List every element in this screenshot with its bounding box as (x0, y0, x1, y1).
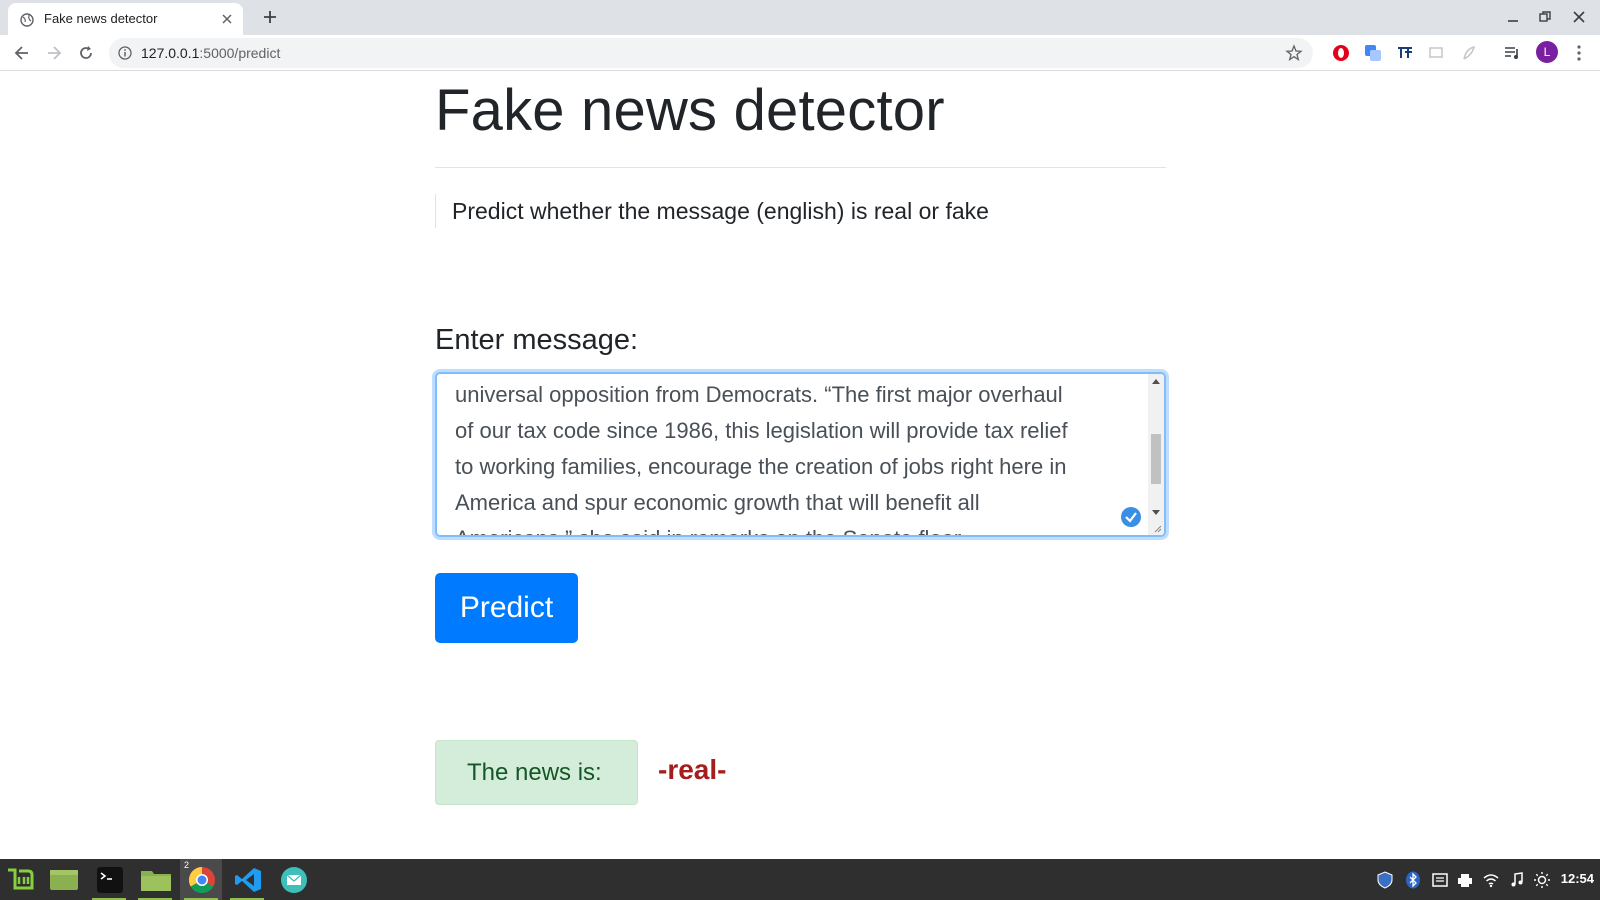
folder-icon (141, 871, 171, 891)
browser-toolbar: 127.0.0.1:5000/predict L (0, 35, 1600, 71)
browser-tab[interactable]: Fake news detector (8, 3, 243, 35)
files-button[interactable] (134, 859, 176, 900)
vscode-taskbar-button[interactable] (226, 859, 268, 900)
mail-taskbar-button[interactable] (272, 859, 314, 900)
media-queue-icon[interactable] (1503, 44, 1521, 62)
scroll-up-arrow-icon[interactable] (1152, 379, 1160, 384)
mail-icon (281, 867, 307, 893)
message-textarea-text: universal opposition from Democrats. “Th… (455, 382, 1068, 535)
predict-button[interactable]: Predict (435, 573, 578, 643)
taskbar: 2 12:54 (0, 859, 1600, 900)
menu-dots-icon[interactable] (1570, 44, 1588, 62)
scroll-thumb[interactable] (1151, 434, 1161, 484)
bookmark-star-icon[interactable] (1285, 44, 1303, 62)
bluetooth-icon[interactable] (1404, 871, 1422, 889)
forward-icon[interactable] (44, 43, 64, 63)
info-icon[interactable] (118, 46, 132, 60)
shield-icon[interactable] (1376, 871, 1394, 889)
url-path: :5000/predict (199, 45, 281, 61)
divider (435, 167, 1166, 168)
brightness-icon[interactable] (1533, 871, 1551, 889)
subtitle-text: Predict whether the message (english) is… (452, 198, 989, 224)
back-icon[interactable] (12, 43, 32, 63)
url-host: 127.0.0.1 (141, 45, 200, 61)
terminal-button[interactable] (88, 859, 130, 900)
globe-icon (20, 13, 34, 27)
opera-extension-icon[interactable] (1332, 44, 1350, 62)
close-icon[interactable] (219, 11, 235, 27)
new-tab-icon[interactable] (260, 7, 280, 27)
clock[interactable]: 12:54 (1561, 871, 1594, 886)
grammar-check-icon[interactable] (1121, 507, 1141, 527)
chrome-taskbar-button[interactable]: 2 (180, 859, 222, 900)
page-title: Fake news detector (435, 78, 945, 143)
url-text: 127.0.0.1:5000/predict (141, 45, 280, 61)
vscode-icon (235, 868, 261, 892)
mint-menu-button[interactable] (0, 859, 42, 900)
result-label-box: The news is: (435, 740, 638, 805)
chrome-icon (188, 866, 215, 894)
cast-extension-icon[interactable] (1428, 44, 1446, 62)
notifications-icon[interactable] (1431, 871, 1449, 889)
message-label: Enter message: (435, 324, 639, 356)
tab-title: Fake news detector (44, 11, 158, 26)
message-textarea[interactable]: universal opposition from Democrats. “Th… (435, 372, 1166, 537)
printer-icon[interactable] (1456, 871, 1474, 889)
window-controls (1490, 0, 1600, 35)
minimize-icon[interactable] (1506, 10, 1520, 24)
ut-extension-icon[interactable] (1396, 44, 1414, 62)
terminal-icon (97, 867, 123, 893)
close-window-icon[interactable] (1572, 10, 1586, 24)
desktop-icon (50, 870, 78, 890)
restore-icon[interactable] (1538, 10, 1552, 24)
address-bar[interactable]: 127.0.0.1:5000/predict (109, 38, 1313, 68)
sound-icon[interactable] (1508, 871, 1526, 889)
show-desktop-button[interactable] (42, 859, 84, 900)
wifi-icon[interactable] (1482, 871, 1500, 889)
profile-avatar[interactable]: L (1536, 41, 1558, 63)
translate-extension-icon[interactable] (1364, 44, 1382, 62)
subtitle-blockquote: Predict whether the message (english) is… (435, 194, 1166, 228)
scroll-down-arrow-icon[interactable] (1152, 510, 1160, 515)
page-content: Fake news detector Predict whether the m… (0, 71, 1600, 859)
reload-icon[interactable] (76, 43, 96, 63)
result-value: -real- (658, 754, 727, 785)
result-label: The news is: (467, 759, 602, 786)
linux-mint-icon (8, 868, 34, 890)
feather-extension-icon[interactable] (1460, 44, 1478, 62)
textarea-scrollbar[interactable] (1148, 374, 1164, 535)
browser-tab-strip: Fake news detector (0, 0, 1600, 35)
resize-grip-icon[interactable] (1152, 523, 1162, 533)
